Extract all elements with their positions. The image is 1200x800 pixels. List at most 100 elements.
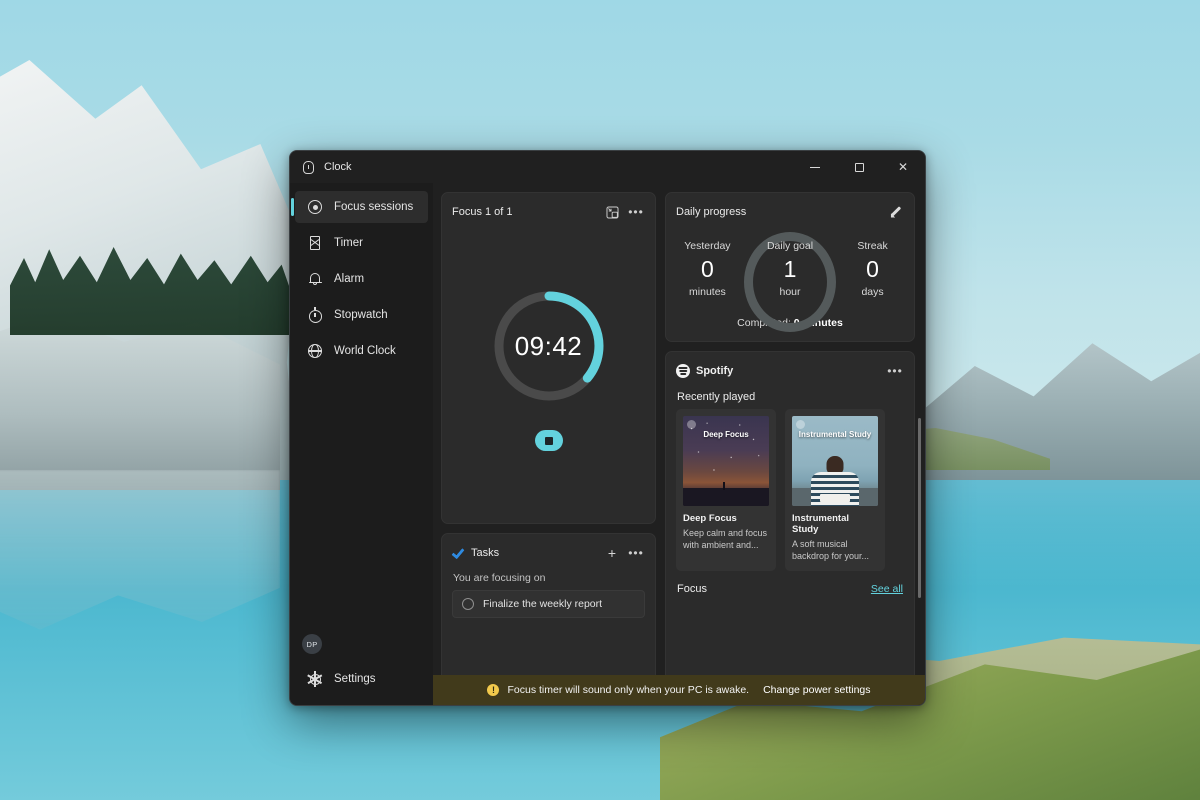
stat-value: 0 [866,256,879,282]
minimize-button[interactable] [793,151,837,183]
daily-progress-stats: Yesterday 0 minutes Daily goal 1 hour St… [666,226,914,332]
stopwatch-icon [307,307,323,323]
recently-played-title: Recently played [677,391,756,403]
sidebar-item-label: Focus sessions [334,201,414,213]
focus-section-title: Focus [677,583,707,595]
sidebar: Focus sessions Timer Alarm Stopwatch Wor… [290,183,433,705]
spotify-badge-icon [796,420,805,429]
tasks-card-header: Tasks + ••• [442,534,655,567]
art-title: Deep Focus [703,430,749,439]
spotify-name: Spotify [696,365,734,377]
globe-icon [307,343,323,359]
stat-label: Yesterday [684,240,731,252]
title-bar: Clock ✕ [290,151,925,183]
warning-icon: ! [487,684,500,696]
focus-progress-ring: 09:42 [489,286,609,406]
close-icon: ✕ [897,160,909,174]
more-options-icon: ••• [887,364,903,378]
focus-card-actions: ••• [601,202,647,222]
spotify-logo-icon [676,364,690,378]
playlist-title: Deep Focus [683,513,737,524]
mini-view-icon [605,205,619,219]
night-sky-art: Deep Focus [683,416,769,506]
playlist-description: A soft musical backdrop for your... [792,539,870,561]
close-button[interactable]: ✕ [881,151,925,183]
recently-played-list: Deep Focus Deep Focus Keep calm and focu… [666,409,914,571]
playlist-title: Instrumental Study [792,513,850,535]
sidebar-item-focus-sessions[interactable]: Focus sessions [291,191,428,223]
tasks-more-options-button[interactable]: ••• [625,543,647,563]
focus-timer-value: 09:42 [514,330,583,361]
spotify-card: Spotify ••• Recently played Deep Focus D… [665,351,915,705]
sidebar-item-settings[interactable]: Settings [295,663,428,695]
desktop-background: Clock ✕ Focus sessions Timer Alarm Stopw… [0,0,1200,800]
student-reading-art: Instrumental Study [792,416,878,506]
hourglass-icon [307,235,323,251]
stat-label: Streak [857,240,888,252]
more-options-icon: ••• [628,546,644,560]
sidebar-item-world-clock[interactable]: World Clock [295,335,428,367]
daily-progress-actions [884,202,906,222]
daily-progress-header: Daily progress [666,193,914,226]
notification-bar: ! Focus timer will sound only when your … [433,675,925,705]
plus-icon: + [607,545,617,561]
focus-session-card: Focus 1 of 1 ••• 09:42 [441,192,656,524]
sidebar-item-timer[interactable]: Timer [295,227,428,259]
focus-timer-area: 09:42 [442,226,655,523]
playlist-card-instrumental-study[interactable]: Instrumental Study Instrumental Study A … [785,409,885,571]
tasks-subtitle: You are focusing on [453,572,546,584]
stat-value: 1 [783,256,797,282]
add-task-button[interactable]: + [601,543,623,563]
app-title: Clock [324,161,352,173]
mini-view-button[interactable] [601,202,623,222]
bell-icon [307,271,323,287]
stat-value: 0 [701,256,714,282]
see-all-link[interactable]: See all [871,583,903,595]
account-row[interactable]: DP [290,627,433,661]
more-options-icon: ••• [628,205,644,219]
edit-daily-goal-button[interactable] [884,202,906,222]
title-bar-app: Clock [290,160,352,175]
sidebar-item-label: Settings [334,673,376,685]
avatar[interactable]: DP [302,634,322,654]
maximize-icon [854,162,864,172]
sidebar-bottom: DP Settings [290,627,433,705]
stat-daily-goal: Daily goal 1 hour [749,240,832,298]
task-checkbox[interactable] [462,598,474,610]
stat-unit: minutes [689,286,726,298]
maximize-button[interactable] [837,151,881,183]
task-item[interactable]: Finalize the weekly report [452,590,645,618]
stop-focus-button[interactable] [534,430,563,451]
art-title: Instrumental Study [798,430,872,439]
content-area: Focus 1 of 1 ••• 09:42 Tasks + ••• You a… [433,183,925,705]
task-label: Finalize the weekly report [483,598,603,610]
sidebar-item-label: Alarm [334,273,365,285]
daily-progress-title: Daily progress [676,206,747,218]
window-body: Focus sessions Timer Alarm Stopwatch Wor… [290,183,925,705]
spotify-actions: ••• [884,361,906,381]
change-power-settings-link[interactable]: Change power settings [763,684,870,696]
vertical-scrollbar[interactable] [918,418,921,598]
tasks-card-actions: + ••• [601,543,647,563]
sidebar-item-alarm[interactable]: Alarm [295,263,428,295]
focus-more-options-button[interactable]: ••• [625,202,647,222]
gear-icon [307,671,323,687]
stat-unit: hour [779,286,801,298]
stat-yesterday: Yesterday 0 minutes [666,240,749,298]
spotify-footer: Focus See all [666,571,914,595]
playlist-card-deep-focus[interactable]: Deep Focus Deep Focus Keep calm and focu… [676,409,776,571]
clock-app-window: Clock ✕ Focus sessions Timer Alarm Stopw… [289,150,926,706]
tasks-card-title: Tasks [471,547,500,559]
focus-sessions-icon [307,199,323,215]
window-controls: ✕ [793,151,925,183]
playlist-description: Keep calm and focus with ambient and... [683,528,768,550]
pencil-icon [888,205,902,220]
sidebar-item-stopwatch[interactable]: Stopwatch [295,299,428,331]
right-column: Daily progress Yesterday 0 minutes Daily… [665,192,921,705]
sidebar-item-label: World Clock [334,345,396,357]
clock-icon [301,160,316,175]
stat-streak: Streak 0 days [831,240,914,298]
spotify-more-options-button[interactable]: ••• [884,361,906,381]
daily-progress-card: Daily progress Yesterday 0 minutes Daily… [665,192,915,342]
